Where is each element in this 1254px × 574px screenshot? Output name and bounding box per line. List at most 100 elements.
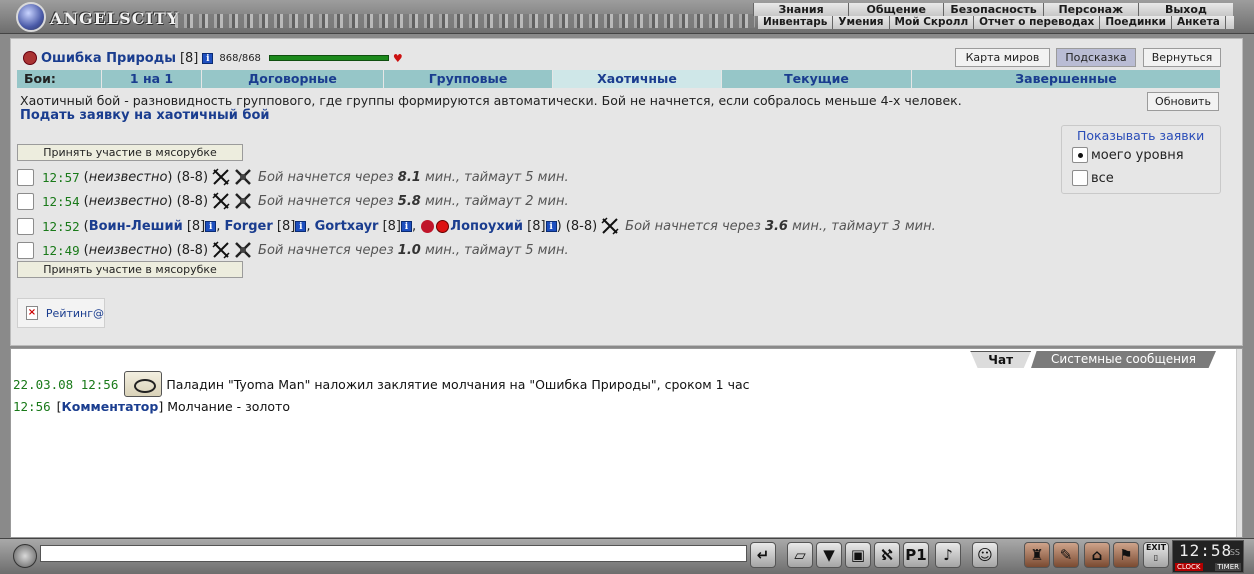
fight-radio[interactable] [17, 241, 34, 259]
chat-author[interactable]: Комментатор [62, 399, 159, 414]
filter-box: Показывать заявки моего уровня все [1061, 125, 1221, 194]
fight-radio[interactable] [17, 168, 34, 186]
chat-panel: Чат Системные сообщения 22.03.08 12:56 П… [10, 348, 1243, 538]
fight-note-pre: Бой начнется через [625, 218, 761, 234]
player-name[interactable]: Лопоухий [450, 219, 523, 234]
menu-character[interactable]: Персонаж [1042, 3, 1138, 16]
alignment-icon [23, 51, 37, 65]
p1-icon[interactable]: P1 [903, 542, 929, 568]
lock-icon[interactable]: ⌂ [1084, 542, 1110, 568]
menu-profile[interactable]: Анкета [1172, 16, 1226, 29]
chat-text: Паладин "Tyoma Man" наложил заклятие мол… [166, 376, 750, 392]
fight-minutes: 3.6 [764, 218, 788, 234]
fight-minutes: 8.1 [397, 169, 421, 185]
silence-scroll-icon [124, 371, 163, 397]
menu-my-scroll[interactable]: Мой Скролл [890, 16, 975, 29]
tab-finished[interactable]: Завершенные [912, 70, 1220, 88]
menu-duels[interactable]: Поединки [1100, 16, 1173, 29]
enter-icon[interactable]: ↵ [750, 542, 776, 568]
smiley-icon[interactable]: ☺ [972, 542, 998, 568]
clock-tab[interactable]: CLOCK [1175, 563, 1203, 571]
menu-security[interactable]: Безопасность [943, 3, 1043, 16]
join-button-top[interactable]: Принять участие в мясорубке [17, 144, 243, 161]
tab-contract[interactable]: Договорные [202, 70, 384, 88]
chat-input[interactable] [40, 545, 747, 562]
refresh-button[interactable]: Обновить [1147, 92, 1219, 111]
chat-tabs: Чат Системные сообщения [970, 351, 1216, 368]
fight-type-tabs: Бои: 1 на 1 Договорные Групповые Хаотичн… [17, 70, 1220, 88]
computer-icon[interactable]: ▣ [845, 542, 871, 568]
exit-icon[interactable]: EXIT ▯ [1143, 542, 1169, 568]
hint-button[interactable]: Подсказка [1056, 48, 1136, 67]
fight-note-pre: Бой начнется через [258, 242, 394, 258]
clock-seconds: SS [1229, 548, 1240, 557]
tab-system-messages[interactable]: Системные сообщения [1031, 351, 1216, 368]
runner-icon[interactable]: ℵ [874, 542, 900, 568]
tab-group[interactable]: Групповые [384, 70, 553, 88]
talk-icon[interactable] [13, 544, 37, 568]
menu-knowledge[interactable]: Знания [753, 3, 849, 16]
chat-message: 22.03.08 12:56 Паладин "Tyoma Man" налож… [13, 371, 750, 397]
radio-all[interactable] [1072, 170, 1088, 186]
timer-tab[interactable]: TIMER [1215, 563, 1241, 571]
filter-option-my-level[interactable]: моего уровня [1072, 147, 1184, 163]
tab-current[interactable]: Текущие [722, 70, 912, 88]
filter-option-all[interactable]: все [1072, 170, 1114, 186]
submit-chaotic-link[interactable]: Подать заявку на хаотичный бой [20, 108, 270, 123]
info-icon[interactable]: i [295, 220, 307, 232]
menu-transfer-report[interactable]: Отчет о переводах [974, 16, 1101, 29]
menu-skills[interactable]: Умения [833, 16, 890, 29]
music-icon[interactable]: ♪ [935, 542, 961, 568]
fight-radio[interactable] [17, 192, 34, 210]
scroll-icon[interactable]: ✎ [1053, 542, 1079, 568]
fight-time: 12:49 [42, 242, 80, 258]
player-name[interactable]: Gortxayr [315, 219, 379, 234]
fight-note-pre: Бой начнется через [258, 193, 394, 209]
back-button[interactable]: Вернуться [1143, 48, 1221, 67]
logo: ANGELSCITY [8, 2, 178, 32]
crossed-swords-icon [212, 241, 230, 259]
info-icon[interactable]: i [545, 220, 557, 232]
filter-icon[interactable]: ▼ [816, 542, 842, 568]
join-button-bottom[interactable]: Принять участие в мясорубке [17, 261, 243, 278]
rating-label[interactable]: Рейтинг@ [46, 307, 104, 320]
tab-chat[interactable]: Чат [970, 351, 1032, 368]
bottle-icon[interactable]: ♜ [1024, 542, 1050, 568]
player-level: [8] [276, 218, 296, 234]
fight-note-pre: Бой начнется через [258, 169, 394, 185]
info-icon[interactable]: i [202, 52, 214, 64]
menu-communication[interactable]: Общение [848, 3, 944, 16]
fight-range: (8-8) [176, 193, 209, 209]
chat-scrollbar[interactable] [1236, 349, 1242, 537]
eraser-icon[interactable]: ▱ [787, 542, 813, 568]
world-map-button[interactable]: Карта миров [955, 48, 1050, 67]
clan-icon [421, 219, 435, 233]
chat-timestamp: 12:56 [13, 399, 51, 414]
fight-note-post: мин., таймаут 3 мин. [792, 218, 936, 234]
player-level: [8] [186, 218, 206, 234]
menu-inventory[interactable]: Инвентарь [758, 16, 834, 29]
character-name[interactable]: Ошибка Природы [41, 51, 176, 66]
fight-minutes: 1.0 [397, 242, 421, 258]
fight-who: неизвестно [88, 193, 168, 209]
fight-note-post: мин., таймаут 2 мин. [424, 193, 569, 209]
decorative-strip [175, 14, 755, 28]
tab-chaotic[interactable]: Хаотичные [553, 70, 722, 88]
flag-icon[interactable]: ⚑ [1113, 542, 1139, 568]
chat-text: Молчание - золото [167, 399, 290, 414]
rating-widget[interactable]: × Рейтинг@ [17, 298, 105, 328]
filter-option-label: все [1091, 170, 1114, 186]
fight-note: Бой начнется через 5.8 мин., таймаут 2 м… [258, 194, 569, 209]
radio-my-level[interactable] [1072, 147, 1088, 163]
player-name[interactable]: Forger [225, 219, 273, 234]
fight-radio[interactable] [17, 217, 34, 235]
crossed-swords-icon [212, 192, 230, 210]
info-icon[interactable]: i [401, 220, 413, 232]
tab-1v1[interactable]: 1 на 1 [102, 70, 202, 88]
status-icon [436, 219, 450, 233]
hp-value: 868/868 [219, 52, 261, 64]
player-name[interactable]: Воин-Леший [89, 219, 183, 234]
menu-exit[interactable]: Выход [1137, 3, 1233, 16]
fight-who: неизвестно [88, 169, 168, 185]
info-icon[interactable]: i [205, 220, 217, 232]
